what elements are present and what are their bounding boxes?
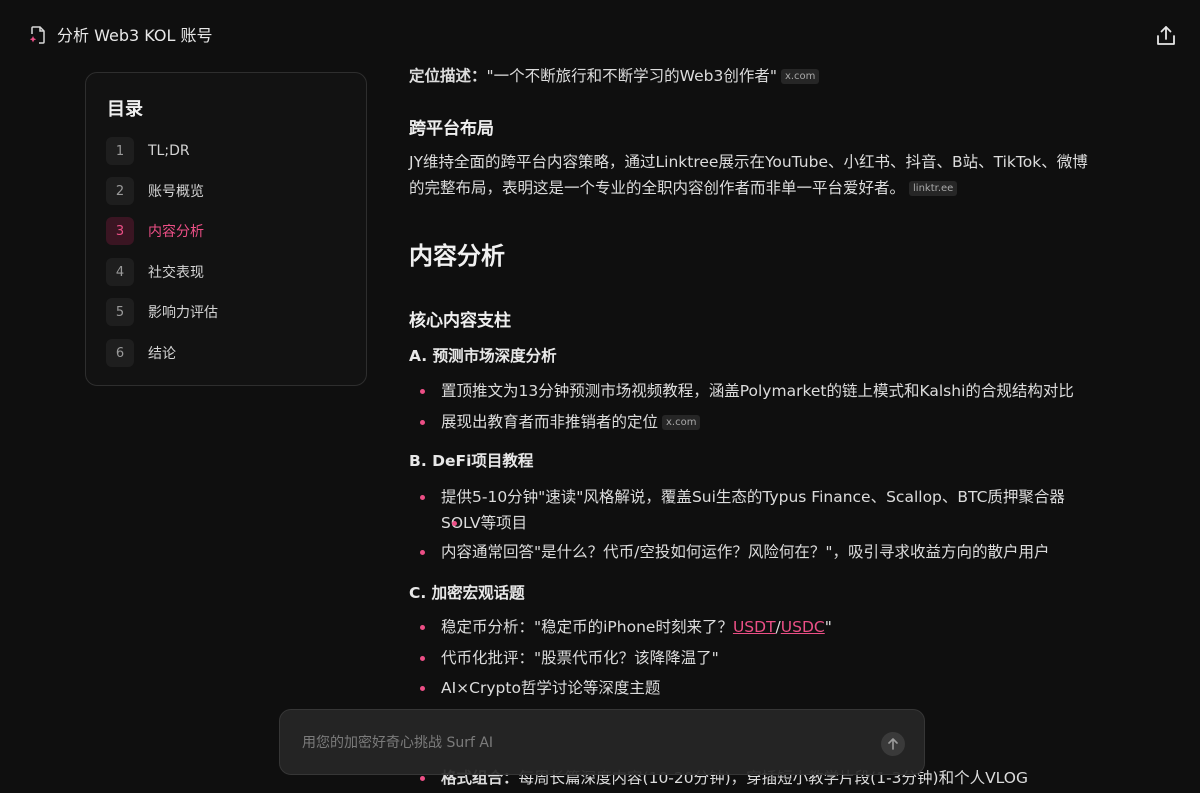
cross-platform-line-2: 的完整布局，表明这是一个专业的全职内容创作者而非单一平台爱好者。 linktr.e… bbox=[409, 173, 958, 203]
toc-item-number: 4 bbox=[106, 258, 134, 286]
toc-item-number: 5 bbox=[106, 298, 134, 326]
toc-item-tldr[interactable]: 1 TL;DR bbox=[106, 137, 190, 165]
toc-item-account-overview[interactable]: 2 账号概览 bbox=[106, 177, 204, 205]
source-chip[interactable]: linktr.ee bbox=[909, 181, 958, 196]
pillar-b-heading: B. DeFi项目教程 bbox=[409, 452, 534, 470]
positioning-label: 定位描述 bbox=[409, 67, 472, 85]
page-title: 分析 Web3 KOL 账号 bbox=[57, 26, 213, 45]
toc-item-number: 1 bbox=[106, 137, 134, 165]
toc-item-label: TL;DR bbox=[148, 143, 190, 159]
source-chip[interactable]: x.com bbox=[662, 415, 701, 430]
toc-item-number: 6 bbox=[106, 339, 134, 367]
toc-item-influence-assessment[interactable]: 5 影响力评估 bbox=[106, 298, 218, 326]
cross-platform-heading: 跨平台布局 bbox=[409, 119, 494, 139]
cross-platform-line-2-text: 的完整布局，表明这是一个专业的全职内容创作者而非单一平台爱好者。 bbox=[409, 179, 906, 197]
chat-composer bbox=[279, 709, 925, 775]
table-of-contents: 目录 1 TL;DR 2 账号概览 3 内容分析 4 社交表现 5 影响力评估 … bbox=[85, 72, 367, 386]
pillars-heading: 核心内容支柱 bbox=[409, 311, 511, 331]
toc-item-label: 影响力评估 bbox=[148, 305, 218, 321]
toc-item-social-performance[interactable]: 4 社交表现 bbox=[106, 258, 204, 286]
arrow-up-icon bbox=[888, 738, 898, 750]
toc-item-label: 账号概览 bbox=[148, 184, 204, 200]
chat-input[interactable] bbox=[300, 730, 864, 756]
list-item: 置顶推文为13分钟预测市场视频教程，涵盖Polymarket的链上模式和Kals… bbox=[409, 376, 1074, 406]
toc-heading: 目录 bbox=[107, 99, 143, 120]
share-upload-icon[interactable] bbox=[1153, 23, 1179, 49]
toc-item-number: 2 bbox=[106, 177, 134, 205]
list-item-continuation: SOLV等项目 bbox=[441, 508, 527, 538]
toc-item-number: 3 bbox=[106, 217, 134, 245]
list-item: 代币化批评："股票代币化？该降降温了" bbox=[409, 643, 719, 673]
document-sparkle-icon bbox=[29, 26, 45, 44]
usdt-link[interactable]: USDT bbox=[733, 618, 776, 636]
list-item: 内容通常回答"是什么？代币/空投如何运作？风险何在？"，吸引寻求收益方向的散户用… bbox=[409, 537, 1049, 567]
positioning-text: "一个不断旅行和不断学习的Web3创作者" bbox=[486, 67, 777, 85]
report-content: 定位描述："一个不断旅行和不断学习的Web3创作者" x.com 跨平台布局 JY… bbox=[409, 0, 1129, 791]
positioning-line: 定位描述："一个不断旅行和不断学习的Web3创作者" x.com bbox=[409, 61, 820, 91]
list-item: 展现出教育者而非推销者的定位 x.com bbox=[409, 407, 701, 437]
section-title: 内容分析 bbox=[409, 242, 505, 270]
toc-item-content-analysis[interactable]: 3 内容分析 bbox=[106, 217, 204, 245]
list-item: 稳定币分析："稳定币的iPhone时刻来了？USDT/USDC" bbox=[409, 612, 832, 642]
list-item: AI×Crypto哲学讨论等深度主题 bbox=[409, 673, 660, 703]
toc-item-label: 结论 bbox=[148, 346, 176, 362]
pillar-c-heading: C. 加密宏观话题 bbox=[409, 584, 525, 602]
send-button[interactable] bbox=[881, 732, 905, 756]
toc-item-label: 内容分析 bbox=[148, 224, 204, 240]
source-chip[interactable]: x.com bbox=[780, 69, 820, 84]
pillar-a-heading: A. 预测市场深度分析 bbox=[409, 347, 557, 365]
toc-item-label: 社交表现 bbox=[148, 265, 204, 281]
toc-item-conclusion[interactable]: 6 结论 bbox=[106, 339, 176, 367]
usdc-link[interactable]: USDC bbox=[781, 618, 825, 636]
